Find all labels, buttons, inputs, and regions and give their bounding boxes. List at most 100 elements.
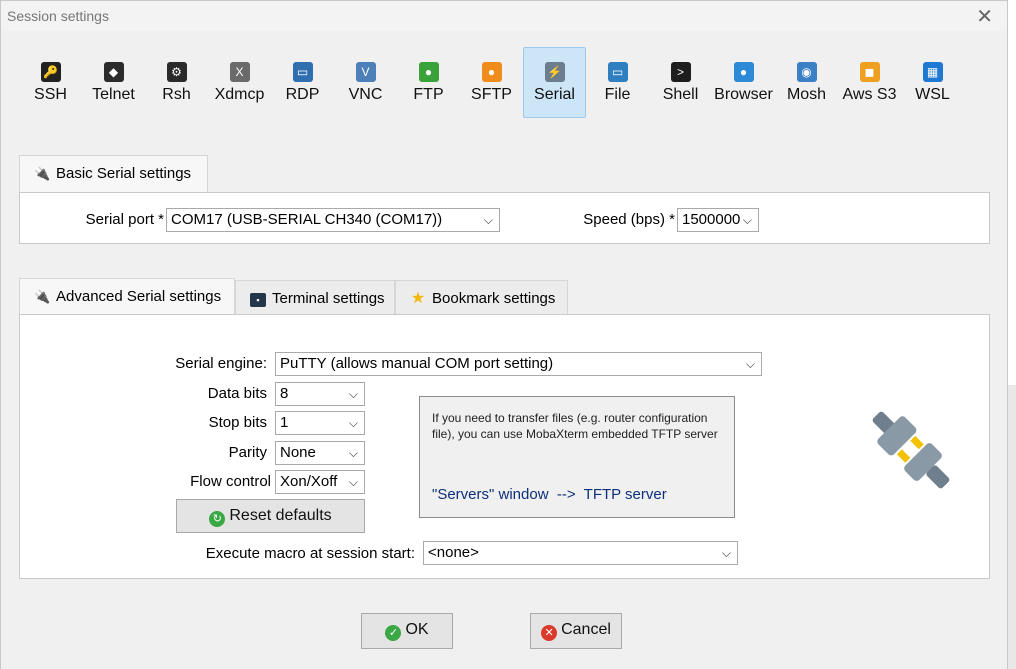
tftp-server-link[interactable]: "Servers" window --> TFTP server [432, 486, 667, 503]
protocol-rsh-button[interactable]: ⚙ Rsh [145, 47, 208, 118]
parity-select[interactable]: None ⌵ [275, 441, 365, 465]
title-bar: Session settings ✕ [1, 1, 1007, 31]
background-scrollbar [1008, 385, 1016, 669]
protocol-telnet-button[interactable]: ◆ Telnet [82, 47, 145, 118]
window-title: Session settings [7, 8, 109, 24]
serial-port-value: COM17 (USB-SERIAL CH340 (COM17)) [171, 211, 443, 228]
macro-select[interactable]: <none> ⌵ [423, 541, 738, 565]
protocol-wsl-button[interactable]: ▦ WSL [901, 47, 964, 118]
globe-orange-icon: ● [481, 62, 502, 82]
tab-bookmark-settings[interactable]: ★ Bookmark settings [395, 280, 568, 317]
stop-bits-label: Stop bits [208, 414, 267, 431]
parity-label: Parity [228, 444, 267, 461]
protocol-vnc-button[interactable]: V VNC [334, 47, 397, 118]
tab-bookmark-label: Bookmark settings [432, 290, 556, 307]
refresh-icon: ↻ [209, 511, 226, 527]
terminal-settings-icon: ▪ [250, 293, 266, 307]
protocol-label: Shell [662, 86, 699, 103]
globe-icon: ● [733, 62, 754, 82]
checkmark-icon: ✓ [385, 625, 402, 641]
parity-value: None [280, 444, 316, 461]
protocol-rdp-button[interactable]: ▭ RDP [271, 47, 334, 118]
protocol-serial-button[interactable]: ⚡ Serial [523, 47, 586, 118]
cancel-icon: ✕ [541, 625, 558, 641]
aws-cubes-icon: ◼ [859, 62, 880, 82]
chevron-down-icon: ⌵ [483, 213, 493, 227]
protocol-file-button[interactable]: ▭ File [586, 47, 649, 118]
protocol-aws-s3-button[interactable]: ◼ Aws S3 [838, 47, 901, 118]
protocol-label: Serial [534, 86, 575, 103]
protocol-shell-button[interactable]: > Shell [649, 47, 712, 118]
serial-engine-value: PuTTY (allows manual COM port setting) [280, 355, 554, 372]
protocol-ssh-button[interactable]: 🔑 SSH [19, 47, 82, 118]
protocol-label: FTP [413, 86, 444, 103]
protocol-label: Mosh [786, 86, 827, 103]
stop-bits-value: 1 [280, 414, 289, 431]
data-bits-select[interactable]: 8 ⌵ [275, 382, 365, 406]
data-bits-value: 8 [280, 385, 289, 402]
file-monitor-icon: ▭ [607, 62, 628, 82]
ok-button[interactable]: ✓ OK [361, 613, 453, 649]
protocol-label: Browser [714, 86, 773, 103]
protocol-browser-button[interactable]: ● Browser [712, 47, 775, 118]
chevron-down-icon: ⌵ [348, 387, 358, 401]
protocol-label: Telnet [92, 86, 135, 103]
protocol-label: VNC [348, 86, 383, 103]
tab-advanced-label: Advanced Serial settings [56, 288, 222, 305]
tab-basic-serial-settings[interactable]: 🔌 Basic Serial settings [19, 155, 208, 192]
basic-settings-panel: Serial port * COM17 (USB-SERIAL CH340 (C… [19, 192, 990, 244]
protocol-label: RDP [285, 86, 320, 103]
data-bits-label: Data bits [207, 385, 267, 402]
tab-basic-serial-label: Basic Serial settings [56, 165, 192, 182]
windows-icon: ▦ [922, 62, 943, 82]
flow-control-value: Xon/Xoff [280, 473, 338, 490]
stop-bits-select[interactable]: 1 ⌵ [275, 411, 365, 435]
terminal-icon: > [670, 62, 691, 82]
session-settings-window: Session settings ✕ 🔑 SSH ◆ Telnet ⚙ Rsh X Xdmcp… [0, 0, 1008, 669]
protocol-label: SSH [34, 86, 67, 103]
speed-select[interactable]: 1500000 ⌵ [677, 208, 759, 232]
protocol-label: Rsh [162, 86, 191, 103]
monitor-icon: ▭ [292, 62, 313, 82]
protocol-sftp-button[interactable]: ● SFTP [460, 47, 523, 118]
tab-terminal-settings[interactable]: ▪ Terminal settings [235, 280, 395, 317]
protocol-mosh-button[interactable]: ◉ Mosh [775, 47, 838, 118]
plug-icon: 🔌 [34, 166, 51, 181]
reset-defaults-button[interactable]: ↻ Reset defaults [176, 499, 365, 533]
macro-label: Execute macro at session start: [205, 545, 415, 562]
protocol-label: WSL [915, 86, 950, 103]
plug-icon: 🔌 [34, 289, 51, 304]
close-icon[interactable]: ✕ [976, 4, 993, 29]
cancel-label: Cancel [561, 621, 611, 638]
tab-advanced-serial-settings[interactable]: 🔌 Advanced Serial settings [19, 278, 235, 315]
chevron-down-icon: ⌵ [721, 546, 731, 560]
protocol-label: SFTP [471, 86, 512, 103]
chevron-down-icon: ⌵ [348, 446, 358, 460]
key-icon: 🔑 [40, 62, 61, 82]
flow-control-select[interactable]: Xon/Xoff ⌵ [275, 470, 365, 494]
star-icon: ★ [410, 290, 426, 307]
serial-engine-label: Serial engine: [175, 355, 267, 372]
serial-engine-select[interactable]: PuTTY (allows manual COM port setting) ⌵ [275, 352, 762, 376]
speed-value: 1500000 [682, 211, 741, 228]
tab-terminal-label: Terminal settings [272, 290, 385, 307]
satellite-icon: ◉ [796, 62, 817, 82]
serial-port-select[interactable]: COM17 (USB-SERIAL CH340 (COM17)) ⌵ [166, 208, 500, 232]
chevron-down-icon: ⌵ [348, 416, 358, 430]
plug-icon: ⚡ [544, 62, 565, 82]
flow-control-label: Flow control [190, 473, 271, 490]
cancel-button[interactable]: ✕ Cancel [530, 613, 622, 649]
speed-label: Speed (bps) * [583, 211, 675, 228]
chevron-down-icon: ⌵ [742, 213, 752, 227]
tftp-info-text: If you need to transfer files (e.g. rout… [432, 411, 718, 441]
macro-value: <none> [428, 544, 479, 561]
ok-label: OK [405, 621, 429, 638]
protocol-ftp-button[interactable]: ● FTP [397, 47, 460, 118]
protocol-label: File [604, 86, 631, 103]
globe-green-icon: ● [418, 62, 439, 82]
x-display-icon: X [229, 62, 250, 82]
chevron-down-icon: ⌵ [745, 357, 755, 371]
protocol-xdmcp-button[interactable]: X Xdmcp [208, 47, 271, 118]
vnc-icon: V [355, 62, 376, 82]
protocol-label: Aws S3 [842, 86, 897, 103]
